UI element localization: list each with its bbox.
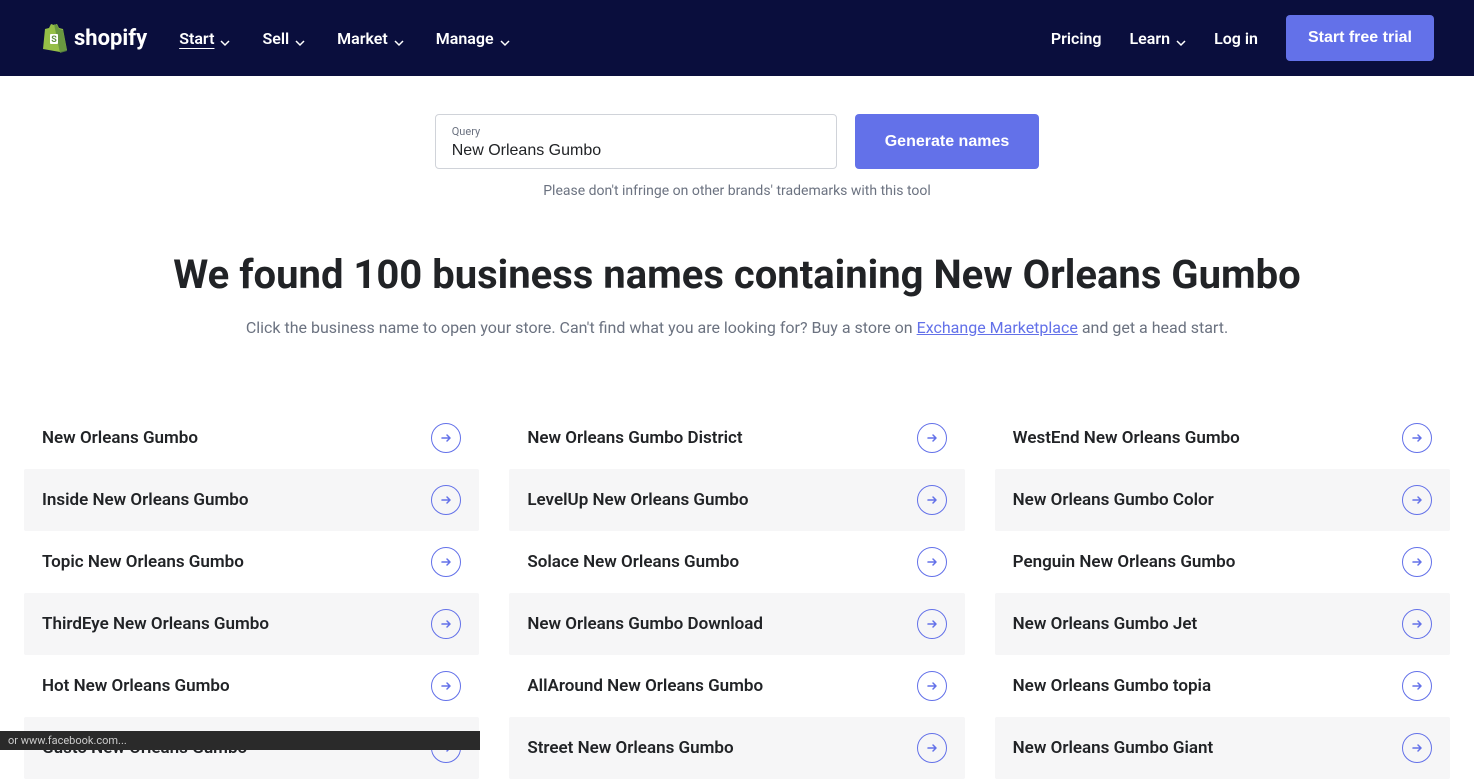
header-right: Pricing Learn Log in Start free trial xyxy=(1051,15,1434,61)
result-name: ThirdEye New Orleans Gumbo xyxy=(42,614,269,634)
result-item[interactable]: Penguin New Orleans Gumbo xyxy=(995,531,1450,593)
result-item[interactable]: New Orleans Gumbo Jet xyxy=(995,593,1450,655)
arrow-right-icon xyxy=(431,485,461,515)
arrow-right-icon xyxy=(1402,671,1432,701)
result-item[interactable]: Solace New Orleans Gumbo xyxy=(509,531,964,593)
query-input[interactable] xyxy=(452,142,820,160)
arrow-right-icon xyxy=(917,423,947,453)
query-input-wrap[interactable]: Query xyxy=(435,114,837,169)
results-headline: We found 100 business names containing N… xyxy=(0,251,1474,298)
arrow-right-icon xyxy=(1402,609,1432,639)
exchange-marketplace-link[interactable]: Exchange Marketplace xyxy=(917,318,1078,337)
result-name: WestEnd New Orleans Gumbo xyxy=(1013,428,1240,448)
nav-item-start[interactable]: Start xyxy=(179,29,230,48)
result-name: Street New Orleans Gumbo xyxy=(527,738,733,758)
nav-item-sell[interactable]: Sell xyxy=(262,29,305,48)
result-item[interactable]: New Orleans Gumbo xyxy=(24,407,479,469)
brand-text: shopify xyxy=(74,26,147,51)
result-name: Inside New Orleans Gumbo xyxy=(42,490,248,510)
arrow-right-icon xyxy=(431,671,461,701)
result-name: AllAround New Orleans Gumbo xyxy=(527,676,763,696)
chevron-down-icon xyxy=(500,33,510,43)
result-item[interactable]: LevelUp New Orleans Gumbo xyxy=(509,469,964,531)
header-left: S shopify Start Sell Market Manage xyxy=(40,23,510,53)
arrow-right-icon xyxy=(1402,547,1432,577)
trademark-disclaimer: Please don't infringe on other brands' t… xyxy=(0,183,1474,199)
query-label: Query xyxy=(452,125,820,138)
main-nav: Start Sell Market Manage xyxy=(179,29,509,48)
arrow-right-icon xyxy=(1402,485,1432,515)
arrow-right-icon xyxy=(917,609,947,639)
result-item[interactable]: Hot New Orleans Gumbo xyxy=(24,655,479,717)
result-item[interactable]: New Orleans Gumbo Download xyxy=(509,593,964,655)
result-item[interactable]: AllAround New Orleans Gumbo xyxy=(509,655,964,717)
result-name: New Orleans Gumbo topia xyxy=(1013,676,1211,696)
result-name: New Orleans Gumbo Jet xyxy=(1013,614,1198,634)
chevron-down-icon xyxy=(220,33,230,43)
learn-dropdown[interactable]: Learn xyxy=(1130,29,1187,48)
start-free-trial-button[interactable]: Start free trial xyxy=(1286,15,1434,61)
search-area: Query Generate names xyxy=(0,114,1474,169)
result-item[interactable]: New Orleans Gumbo District xyxy=(509,407,964,469)
arrow-right-icon xyxy=(917,547,947,577)
chevron-down-icon xyxy=(295,33,305,43)
result-name: New Orleans Gumbo Download xyxy=(527,614,763,634)
nav-item-market[interactable]: Market xyxy=(337,29,404,48)
result-name: LevelUp New Orleans Gumbo xyxy=(527,490,748,510)
generate-names-button[interactable]: Generate names xyxy=(855,114,1040,169)
chevron-down-icon xyxy=(1176,33,1186,43)
result-item[interactable]: Inside New Orleans Gumbo xyxy=(24,469,479,531)
arrow-right-icon xyxy=(917,733,947,763)
shopify-bag-icon: S xyxy=(40,23,68,53)
result-name: Solace New Orleans Gumbo xyxy=(527,552,739,572)
result-item[interactable]: Street New Orleans Gumbo xyxy=(509,717,964,779)
arrow-right-icon xyxy=(431,609,461,639)
results-grid: New Orleans Gumbo New Orleans Gumbo Distr… xyxy=(0,407,1474,779)
result-item[interactable]: ThirdEye New Orleans Gumbo xyxy=(24,593,479,655)
result-item[interactable]: WestEnd New Orleans Gumbo xyxy=(995,407,1450,469)
result-item[interactable]: New Orleans Gumbo topia xyxy=(995,655,1450,717)
arrow-right-icon xyxy=(431,423,461,453)
arrow-right-icon xyxy=(1402,733,1432,763)
arrow-right-icon xyxy=(917,671,947,701)
result-name: New Orleans Gumbo District xyxy=(527,428,742,448)
chevron-down-icon xyxy=(394,33,404,43)
arrow-right-icon xyxy=(1402,423,1432,453)
result-name: New Orleans Gumbo xyxy=(42,428,198,448)
svg-text:S: S xyxy=(51,35,57,45)
results-subline: Click the business name to open your sto… xyxy=(0,318,1474,337)
result-name: Penguin New Orleans Gumbo xyxy=(1013,552,1236,572)
shopify-logo[interactable]: S shopify xyxy=(40,23,147,53)
login-link[interactable]: Log in xyxy=(1214,29,1258,48)
top-nav: S shopify Start Sell Market Manage Pricing … xyxy=(0,0,1474,76)
arrow-right-icon xyxy=(917,485,947,515)
result-item[interactable]: Topic New Orleans Gumbo xyxy=(24,531,479,593)
nav-item-manage[interactable]: Manage xyxy=(436,29,510,48)
result-item[interactable]: New Orleans Gumbo Color xyxy=(995,469,1450,531)
result-name: Hot New Orleans Gumbo xyxy=(42,676,230,696)
result-name: Topic New Orleans Gumbo xyxy=(42,552,244,572)
browser-statusbar: or www.facebook.com... xyxy=(0,731,480,750)
result-name: New Orleans Gumbo Color xyxy=(1013,490,1214,510)
result-name: New Orleans Gumbo Giant xyxy=(1013,738,1214,758)
result-item[interactable]: New Orleans Gumbo Giant xyxy=(995,717,1450,779)
pricing-link[interactable]: Pricing xyxy=(1051,29,1102,48)
arrow-right-icon xyxy=(431,547,461,577)
